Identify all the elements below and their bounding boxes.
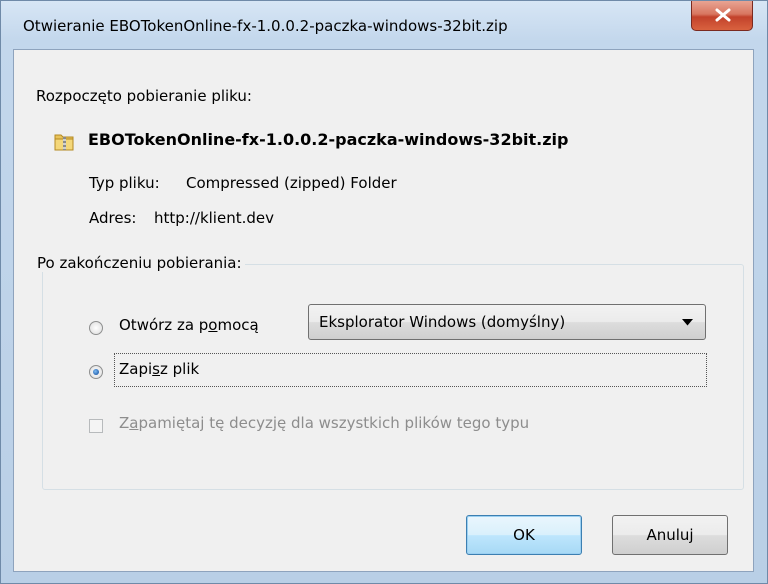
close-button[interactable]	[691, 1, 753, 31]
after-download-legend: Po zakończeniu pobierania:	[34, 254, 245, 272]
cancel-button[interactable]: Anuluj	[612, 515, 728, 555]
file-type-value: Compressed (zipped) Folder	[186, 174, 397, 192]
open-with-label[interactable]: Otwórz za pomocą	[119, 316, 259, 334]
remember-decision-checkbox[interactable]	[89, 419, 103, 433]
window-title: Otwieranie EBOTokenOnline-fx-1.0.0.2-pac…	[23, 17, 508, 35]
open-with-app-value: Eksplorator Windows (domyślny)	[319, 313, 566, 331]
address-label: Adres:	[89, 209, 137, 227]
open-with-app-select[interactable]: Eksplorator Windows (domyślny)	[308, 304, 706, 340]
download-started-label: Rozpoczęto pobieranie pliku:	[36, 87, 252, 105]
download-dialog-window: Otwieranie EBOTokenOnline-fx-1.0.0.2-pac…	[0, 0, 768, 584]
dialog-content: Rozpoczęto pobieranie pliku: EBOTokenOnl…	[13, 49, 754, 572]
open-with-radio[interactable]	[89, 321, 103, 335]
file-type-label: Typ pliku:	[89, 174, 160, 192]
title-bar[interactable]: Otwieranie EBOTokenOnline-fx-1.0.0.2-pac…	[1, 1, 767, 49]
address-value: http://klient.dev	[154, 209, 274, 227]
dropdown-arrow-icon	[682, 319, 693, 326]
file-name: EBOTokenOnline-fx-1.0.0.2-paczka-windows…	[88, 130, 569, 149]
save-file-radio[interactable]	[89, 365, 103, 379]
zip-folder-icon	[54, 134, 74, 151]
save-file-focus-rect	[114, 353, 707, 387]
ok-button[interactable]: OK	[466, 515, 582, 555]
save-file-label[interactable]: Zapisz plik	[119, 360, 199, 378]
remember-decision-label[interactable]: Zapamiętaj tę decyzję dla wszystkich pli…	[119, 414, 529, 432]
close-icon	[715, 8, 731, 22]
